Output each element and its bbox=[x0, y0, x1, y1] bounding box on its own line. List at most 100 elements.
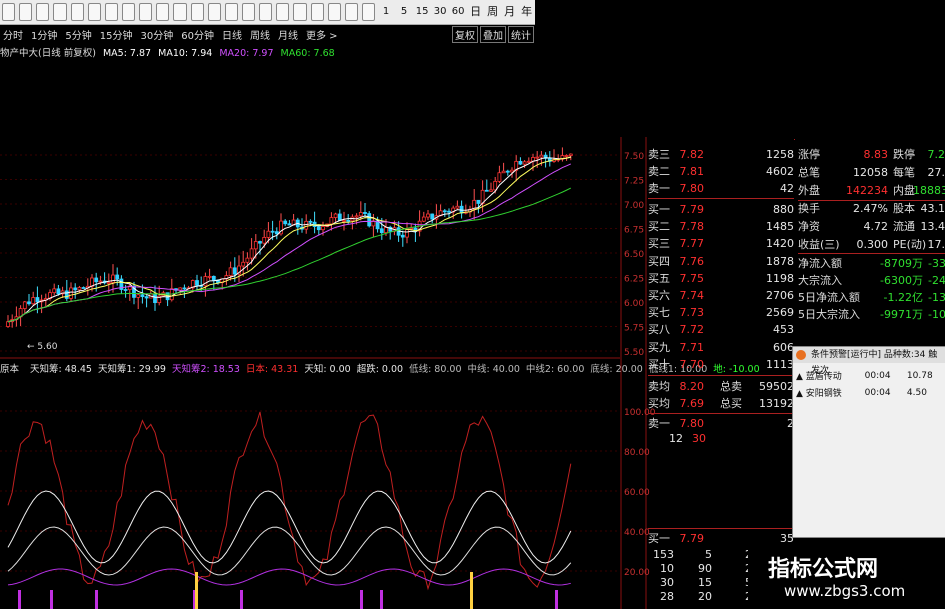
price-tick: 7.50 bbox=[624, 152, 644, 162]
candle-body bbox=[249, 248, 254, 259]
candle-body bbox=[35, 297, 40, 303]
indicator-legend: 原本 天知筹: 48.45 天知筹1: 29.99 天知筹2: 18.53 日本: 4… bbox=[0, 361, 760, 375]
candle-body bbox=[258, 241, 262, 244]
bottom-buy-price: 7.79 bbox=[679, 532, 705, 545]
candle-body bbox=[564, 155, 569, 157]
alert-time: 00:04 bbox=[864, 370, 891, 381]
stat-label2: 流通 bbox=[893, 220, 915, 233]
ind-bar bbox=[240, 590, 243, 609]
alert-bullet-icon: ▲ bbox=[796, 372, 806, 382]
candle-body bbox=[329, 217, 334, 225]
stat-label: 换手 bbox=[798, 202, 820, 215]
alert-window[interactable]: 条件预警[运行中] 品种数:34 触发次 ▲ 蓝盾传动00:0410.78▲ 安… bbox=[792, 346, 945, 538]
candle-body bbox=[379, 228, 384, 234]
indicator-item: 天知筹2: 18.53 bbox=[171, 364, 240, 375]
candle-body bbox=[245, 257, 250, 263]
indicator-item: 天知: 0.00 bbox=[304, 364, 351, 375]
alert-stock-name: 安阳钢铁 bbox=[805, 389, 842, 399]
candle-body bbox=[274, 231, 279, 235]
quote-buy-price: 7.77 bbox=[679, 237, 705, 251]
indicator-item: 超跌: 0.00 bbox=[356, 364, 404, 375]
candle-body bbox=[346, 219, 351, 222]
candle-body bbox=[136, 294, 141, 298]
candle-body bbox=[262, 236, 267, 244]
alert-time: 00:04 bbox=[864, 387, 891, 398]
buy-total-label: 总买 bbox=[720, 397, 742, 410]
candle-body bbox=[228, 267, 233, 277]
candle-body bbox=[421, 216, 426, 222]
ind-bar bbox=[360, 590, 363, 609]
quote-buy-label: 买五 bbox=[648, 271, 670, 285]
quote-buy-price: 7.72 bbox=[679, 323, 705, 337]
candle-body bbox=[316, 226, 321, 231]
quote-buy-price: 7.79 bbox=[679, 203, 705, 216]
watermark-title: 指标公式网 bbox=[768, 557, 879, 582]
candle-body bbox=[98, 280, 103, 283]
quote-divider bbox=[798, 253, 945, 254]
last-sell-price: 7.80 bbox=[679, 417, 705, 430]
flow-extra: -13 bbox=[928, 291, 945, 304]
quote-buy-label: 买六 bbox=[648, 289, 670, 302]
quote-buy-label: 买九 bbox=[648, 340, 670, 354]
candle-body bbox=[195, 280, 199, 286]
candle-body bbox=[384, 226, 388, 234]
sell-total-label: 总卖 bbox=[720, 380, 742, 393]
ind-bar bbox=[555, 590, 558, 609]
quote-buy-label: 买三 bbox=[648, 237, 670, 251]
candles bbox=[6, 147, 573, 328]
stat-label: 总笔 bbox=[798, 166, 820, 179]
quote-divider bbox=[798, 200, 945, 201]
indicator-item: 底线: 20.00 bbox=[590, 364, 643, 375]
quote-buy-label: 买八 bbox=[648, 323, 670, 337]
candle-body bbox=[497, 172, 502, 182]
quote-buy-vol: 1878 bbox=[766, 254, 794, 268]
flow-label: 5日净流入额 bbox=[798, 291, 860, 304]
candle-body bbox=[287, 223, 292, 226]
candle-body bbox=[69, 287, 73, 299]
ind-bar bbox=[50, 590, 53, 609]
ind-signal-bar bbox=[195, 572, 198, 609]
stat-value2: 43.1 bbox=[920, 202, 945, 215]
candle-body bbox=[518, 160, 523, 165]
sell-avg-label: 卖均 bbox=[648, 380, 670, 393]
candle-body bbox=[77, 287, 82, 291]
alert-row[interactable]: ▲ 安阳钢铁 00:04 4.50 bbox=[793, 384, 945, 401]
quote-buy-vol: 2706 bbox=[766, 289, 794, 302]
alert-title-bar[interactable]: 条件预警[运行中] 品种数:34 触发次 bbox=[793, 347, 945, 376]
indicator-item: 低线: 80.00 bbox=[409, 364, 462, 375]
ind-tick: 80.00 bbox=[624, 448, 650, 458]
quote-sell-vol: 4602 bbox=[766, 165, 794, 178]
candle-body bbox=[358, 212, 363, 217]
trade-cell: 5 bbox=[705, 548, 712, 561]
flow-value: -8709万 bbox=[880, 257, 923, 270]
ind-white-line bbox=[7, 490, 572, 564]
stat-label2: 每笔 bbox=[893, 166, 915, 179]
flow-value: -6300万 bbox=[880, 274, 923, 287]
bottom-buy-label: 买一 bbox=[648, 532, 670, 545]
flow-label: 净流入额 bbox=[798, 257, 842, 270]
ind-tick: 60.00 bbox=[624, 488, 650, 498]
ind-bar bbox=[95, 590, 98, 609]
candle-body bbox=[363, 212, 367, 214]
price-tick: 6.50 bbox=[624, 250, 644, 260]
alert-value: 10.78 bbox=[906, 370, 933, 381]
candle-body bbox=[253, 241, 258, 250]
quote-sell-label: 卖一 bbox=[648, 182, 670, 195]
quote-buy-label: 买四 bbox=[648, 254, 670, 268]
quote-buy-vol: 1420 bbox=[766, 237, 794, 251]
price-tick: 6.25 bbox=[624, 275, 644, 285]
candle-body bbox=[354, 215, 359, 218]
candle-body bbox=[153, 293, 157, 304]
candle-body bbox=[266, 230, 271, 238]
indicator-item: 日本: 43.31 bbox=[245, 364, 299, 375]
alert-stock-cell: ▲ 安阳钢铁 bbox=[793, 384, 862, 401]
quote-buy-vol: 453 bbox=[773, 323, 794, 337]
ind-bar bbox=[18, 590, 21, 609]
quote-sell-price: 7.82 bbox=[679, 148, 705, 161]
candle-body bbox=[337, 213, 342, 221]
candle-body bbox=[207, 275, 212, 278]
quote-buy-vol: 1198 bbox=[766, 271, 794, 285]
stat-value: 142234 bbox=[846, 184, 888, 197]
candle-body bbox=[430, 213, 435, 220]
candle-body bbox=[182, 287, 187, 290]
